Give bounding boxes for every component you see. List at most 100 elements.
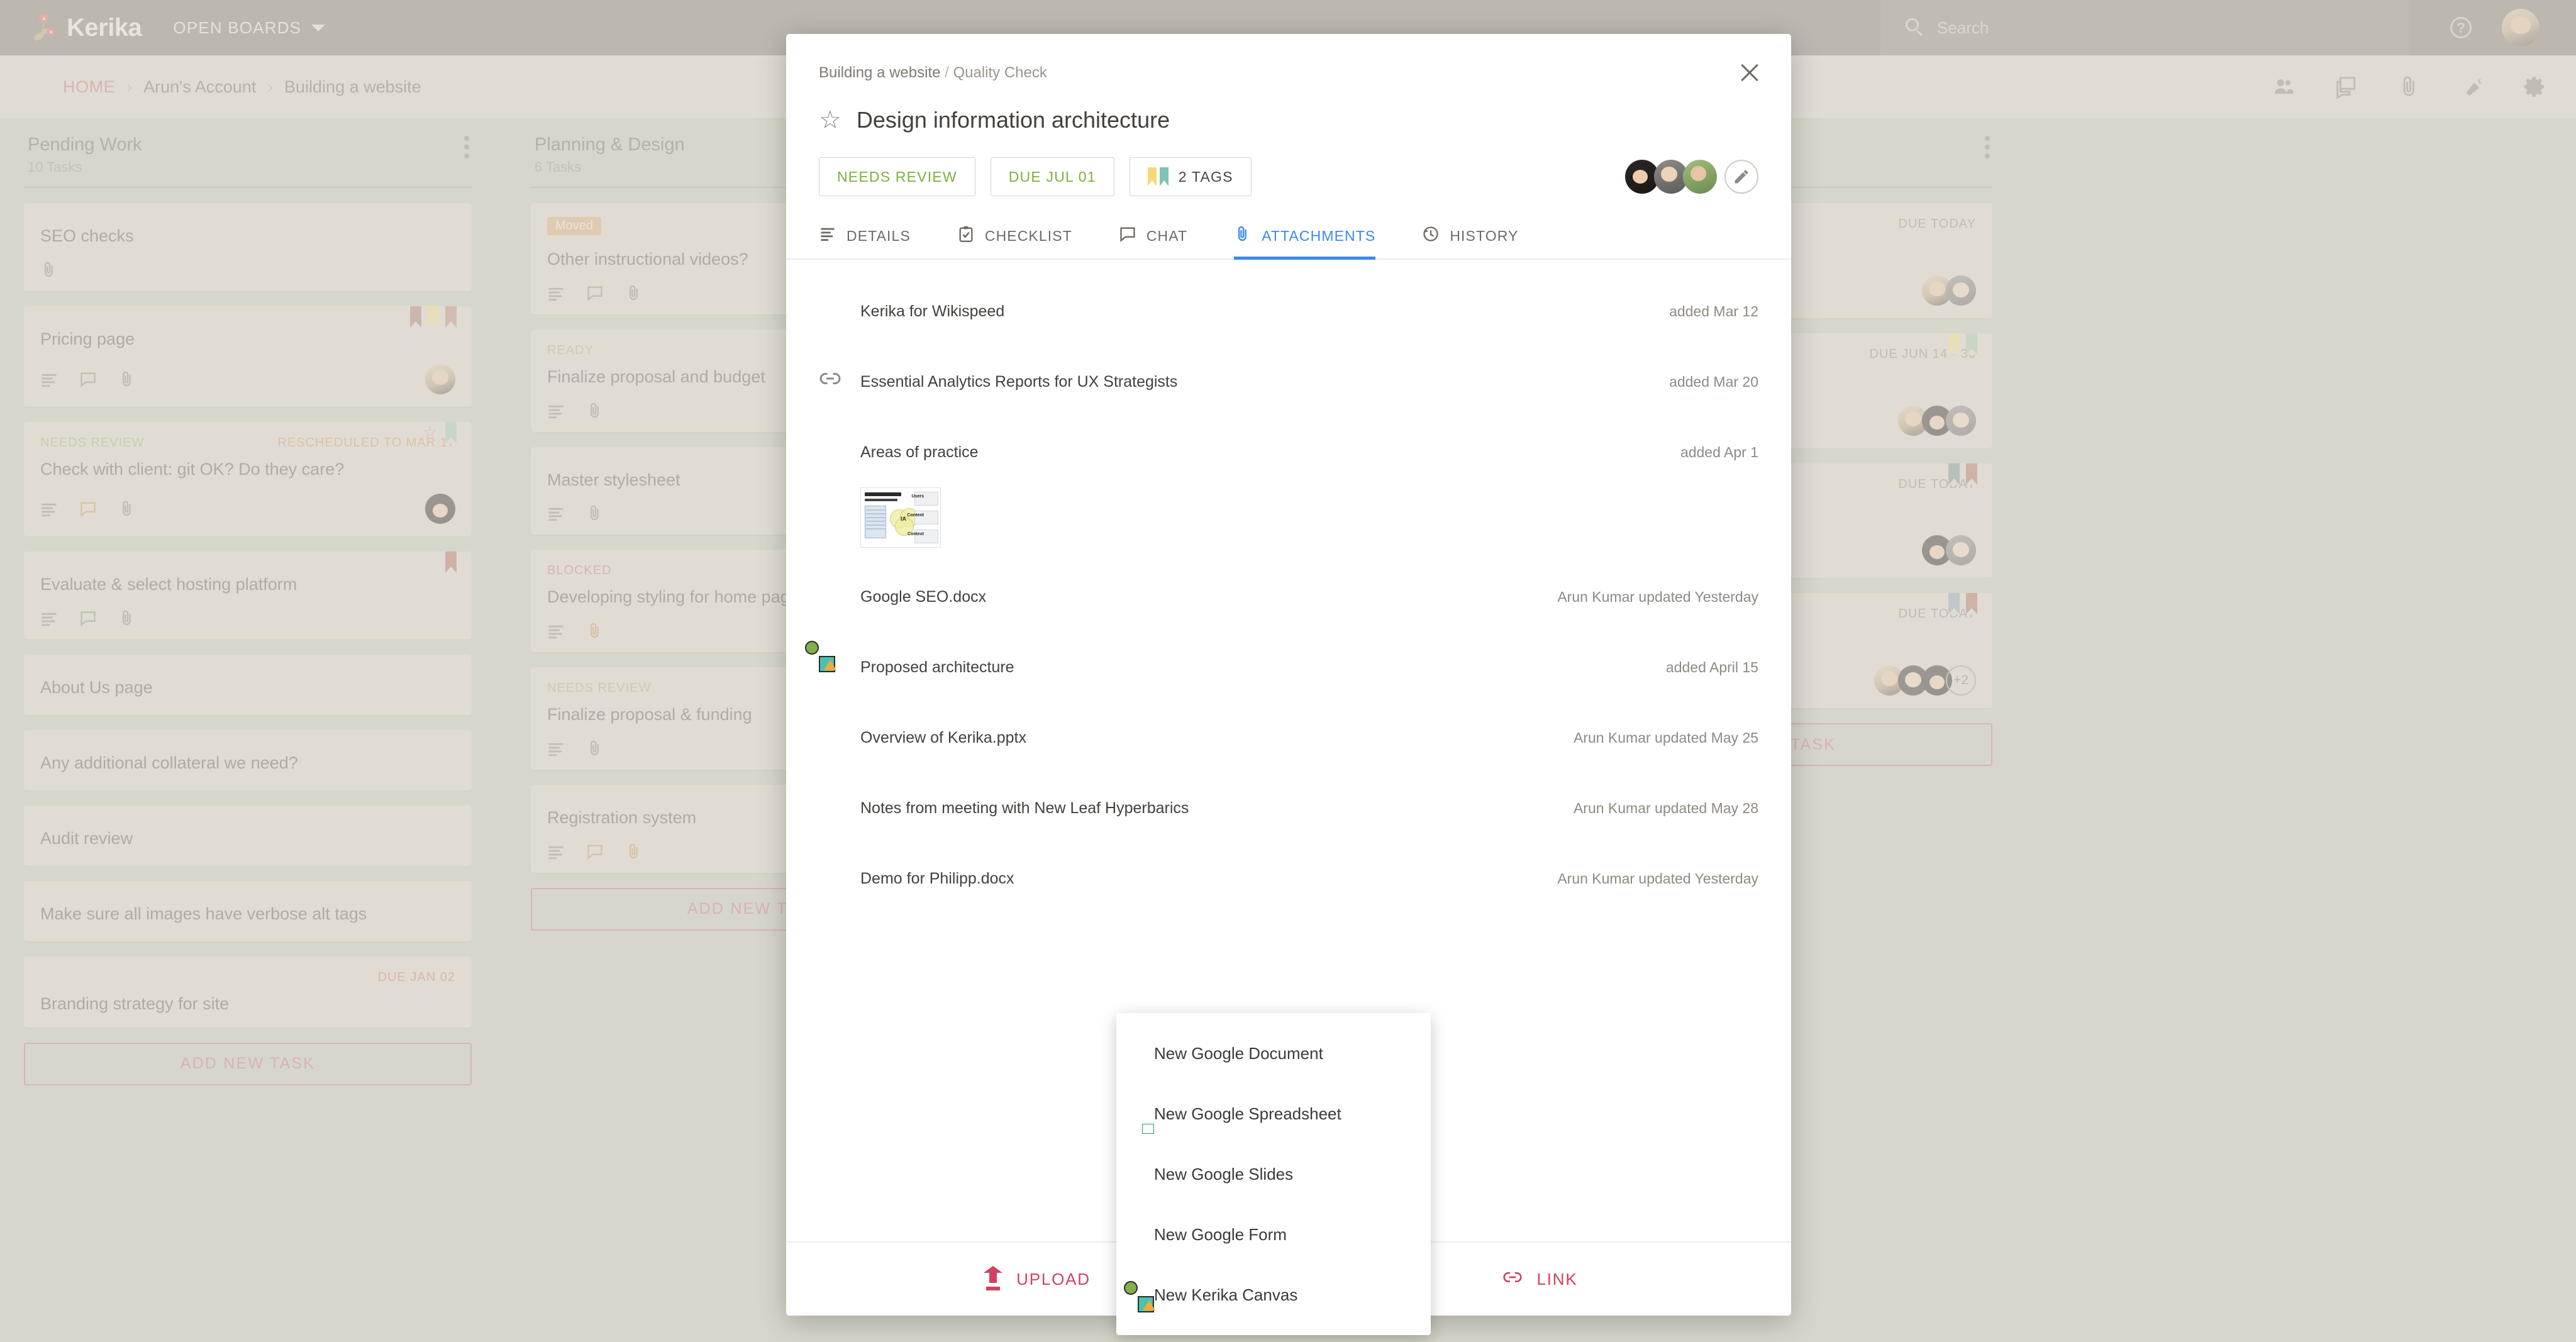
team-icon[interactable]: [2272, 75, 2296, 99]
attachment-icon[interactable]: [586, 622, 604, 640]
add-new-task-button[interactable]: ADD NEW TASK: [24, 1043, 472, 1085]
search-bar[interactable]: Search: [1880, 0, 2409, 55]
tab-details[interactable]: DETAILS: [819, 225, 911, 260]
description-icon[interactable]: [547, 284, 565, 302]
description-icon[interactable]: [547, 843, 565, 860]
attachment-row[interactable]: Kerika for Wikispeedadded Mar 12: [819, 276, 1758, 347]
close-icon[interactable]: [1735, 58, 1765, 88]
dropdown-item[interactable]: New Google Form: [1116, 1204, 1431, 1265]
google-slides-icon: [819, 725, 844, 750]
attachment-icon[interactable]: [586, 504, 604, 522]
description-icon[interactable]: [40, 609, 58, 627]
help-icon[interactable]: ?: [2450, 17, 2472, 38]
task-card[interactable]: Audit review: [24, 806, 472, 866]
attachment-meta: Arun Kumar updated May 28: [1574, 800, 1758, 817]
attachment-icon[interactable]: [118, 609, 136, 627]
task-card[interactable]: Pricing page: [24, 306, 472, 407]
attachment-icon[interactable]: [625, 284, 643, 302]
attachment-name[interactable]: Kerika for Wikispeed: [860, 302, 1004, 321]
description-icon[interactable]: [547, 622, 565, 640]
chat-icon[interactable]: [586, 843, 604, 860]
attachment-row[interactable]: Google SEO.docxArun Kumar updated Yester…: [819, 562, 1758, 632]
dropdown-item[interactable]: New Google Document: [1116, 1023, 1431, 1084]
due-date-chip[interactable]: DUE JUL 01: [991, 157, 1114, 196]
attachment-row[interactable]: Proposed architectureadded April 15: [819, 632, 1758, 702]
breadcrumb-separator: ›: [126, 77, 132, 97]
task-card[interactable]: SEO checks: [24, 203, 472, 291]
attachment-icon[interactable]: [625, 843, 643, 860]
dropdown-item-label: New Google Spreadsheet: [1154, 1104, 1341, 1124]
avatar[interactable]: [1946, 535, 1976, 565]
board-attachment-icon[interactable]: [2397, 75, 2421, 99]
modal-header: Building a website / Quality Check ☆ Des…: [786, 34, 1791, 196]
attachment-icon[interactable]: [40, 261, 58, 279]
attachment-name[interactable]: Demo for Philipp.docx: [860, 870, 1014, 888]
task-card[interactable]: Make sure all images have verbose alt ta…: [24, 881, 472, 941]
avatar[interactable]: [1946, 275, 1976, 306]
avatar[interactable]: [425, 494, 455, 524]
attachment-row[interactable]: Essential Analytics Reports for UX Strat…: [819, 347, 1758, 417]
tab-history[interactable]: HISTORY: [1422, 225, 1518, 260]
task-title[interactable]: Design information architecture: [857, 107, 1170, 133]
task-card[interactable]: DUE JAN 02Branding strategy for site: [24, 957, 472, 1028]
tags-chip-label: 2 TAGS: [1179, 169, 1233, 186]
column-menu-icon[interactable]: [1985, 136, 1991, 162]
description-icon[interactable]: [547, 504, 565, 522]
attachment-name[interactable]: Overview of Kerika.pptx: [860, 729, 1026, 747]
dropdown-item[interactable]: New Google Spreadsheet: [1116, 1084, 1431, 1144]
task-card[interactable]: Any additional collateral we need?: [24, 730, 472, 790]
gear-icon[interactable]: [2523, 75, 2547, 99]
attachment-name[interactable]: Proposed architecture: [860, 658, 1014, 677]
star-icon[interactable]: ☆: [819, 108, 841, 133]
task-card[interactable]: ☆NEEDS REVIEWRESCHEDULED TO MAR 17Check …: [24, 422, 472, 537]
open-boards-menu[interactable]: OPEN BOARDS: [173, 18, 325, 38]
attachment-icon[interactable]: [586, 402, 604, 419]
tab-chat[interactable]: CHAT: [1119, 225, 1187, 260]
tags-chip[interactable]: 2 TAGS: [1130, 157, 1252, 196]
card-footer: [40, 364, 455, 394]
attachment-icon[interactable]: [586, 740, 604, 757]
chat-icon[interactable]: [586, 284, 604, 302]
dropdown-item[interactable]: New Google Slides: [1116, 1144, 1431, 1204]
attachment-row[interactable]: Areas of practiceadded Apr 1: [819, 417, 1758, 487]
attachment-name[interactable]: Notes from meeting with New Leaf Hyperba…: [860, 799, 1189, 818]
board-chat-icon[interactable]: [2334, 75, 2358, 99]
status-chip[interactable]: NEEDS REVIEW: [819, 157, 975, 196]
user-avatar[interactable]: [2502, 9, 2540, 47]
dropdown-item[interactable]: New Kerika Canvas: [1116, 1265, 1431, 1325]
attachment-meta: Arun Kumar updated May 25: [1574, 729, 1758, 746]
description-icon[interactable]: [40, 370, 58, 388]
chat-icon[interactable]: [79, 609, 97, 627]
attachment-row[interactable]: Demo for Philipp.docxArun Kumar updated …: [819, 843, 1758, 914]
breadcrumb-account[interactable]: Arun's Account: [143, 77, 256, 97]
attachment-thumbnail[interactable]: IAUsersContentContext: [860, 487, 941, 548]
attachment-icon[interactable]: [118, 500, 136, 518]
attachment-name[interactable]: Areas of practice: [860, 443, 979, 462]
description-icon[interactable]: [547, 740, 565, 757]
checklist-icon: [957, 225, 975, 247]
attachment-icon[interactable]: [118, 370, 136, 388]
column-menu-icon[interactable]: [464, 136, 470, 162]
tab-checklist[interactable]: CHECKLIST: [957, 225, 1072, 260]
description-icon[interactable]: [40, 500, 58, 518]
chat-icon[interactable]: [79, 500, 97, 518]
description-icon[interactable]: [547, 402, 565, 419]
avatar[interactable]: [1946, 406, 1976, 436]
avatar[interactable]: [1683, 160, 1717, 194]
attachment-row[interactable]: Notes from meeting with New Leaf Hyperba…: [819, 773, 1758, 843]
highlight-icon[interactable]: [2460, 75, 2484, 99]
attachment-row[interactable]: Overview of Kerika.pptx Arun Kumar update…: [819, 702, 1758, 773]
breadcrumb-home[interactable]: HOME: [63, 77, 115, 97]
tab-attachments[interactable]: ATTACHMENTS: [1234, 225, 1375, 260]
brand[interactable]: Kerika: [0, 13, 142, 43]
attachment-name[interactable]: Essential Analytics Reports for UX Strat…: [860, 373, 1177, 391]
task-card[interactable]: About Us page: [24, 655, 472, 715]
task-card[interactable]: Evaluate & select hosting platform: [24, 552, 472, 640]
avatar-overflow[interactable]: +2: [1946, 665, 1976, 696]
avatar[interactable]: [425, 364, 455, 394]
attachment-name[interactable]: Google SEO.docx: [860, 588, 986, 606]
chat-icon[interactable]: [79, 370, 97, 388]
star-icon[interactable]: ☆: [423, 424, 439, 440]
card-flags: [1948, 593, 1977, 614]
edit-pencil-icon[interactable]: [1724, 160, 1758, 194]
